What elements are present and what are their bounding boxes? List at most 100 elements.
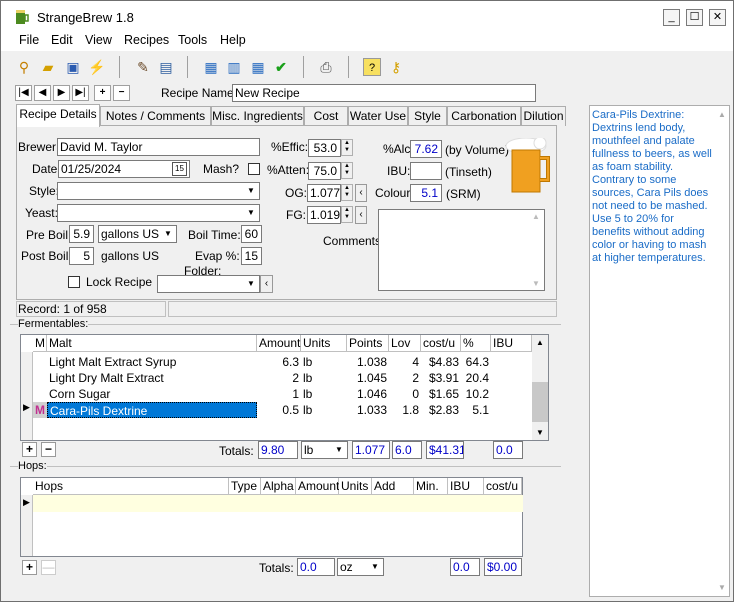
cell-lov[interactable]: 1.8	[389, 402, 421, 418]
atten-input[interactable]: 75.0	[308, 162, 341, 180]
cell-m[interactable]	[33, 370, 47, 386]
effic-input[interactable]: 53.0	[308, 139, 341, 157]
lock-recipe-checkbox[interactable]	[68, 276, 80, 288]
menu-view[interactable]: View	[85, 33, 112, 47]
cell-amount[interactable]: 1	[257, 386, 301, 402]
table-row[interactable]: M Cara-Pils Dextrine 0.5 lb 1.033 1.8 $2.83 5.1	[33, 402, 532, 418]
remove-record-button[interactable]: −	[113, 85, 130, 101]
tab-dilution[interactable]: Dilution	[521, 106, 566, 126]
style-select[interactable]: ▼	[57, 182, 260, 200]
title-bar[interactable]: StrangeBrew 1.8 _ ☐ ✕	[1, 1, 733, 31]
check-icon[interactable]: ✔	[272, 58, 290, 76]
cell-points[interactable]: 1.038	[347, 354, 389, 370]
scroll-down-icon[interactable]: ▼	[532, 279, 540, 288]
og-input[interactable]: 1.077	[307, 184, 341, 202]
cell-m[interactable]	[33, 386, 47, 402]
cell-pct[interactable]: 64.3	[461, 354, 491, 370]
fg-spinner[interactable]: ▲ ▼	[341, 206, 353, 223]
cell-lov[interactable]: 4	[389, 354, 421, 370]
cell-malt[interactable]: Corn Sugar	[47, 386, 257, 402]
effic-spinner[interactable]: ▲ ▼	[341, 139, 353, 156]
cell-points[interactable]: 1.045	[347, 370, 389, 386]
wizard-icon[interactable]: ⚡	[88, 58, 106, 76]
cell-m[interactable]: M	[33, 402, 47, 418]
fermentables-col-0[interactable]: M	[33, 335, 47, 352]
remove-fermentable-button[interactable]: −	[41, 442, 56, 457]
cell-points[interactable]: 1.046	[347, 386, 389, 402]
tab-carbonation[interactable]: Carbonation	[447, 106, 521, 126]
preboil-units-select[interactable]: gallons US ▼	[98, 225, 177, 243]
description-scrollbar[interactable]: ▲ ▼	[715, 106, 729, 596]
help-icon[interactable]: ?	[363, 58, 381, 76]
table-row[interactable]: Light Dry Malt Extract 2 lb 1.045 2 $3.91 20.4	[33, 370, 532, 386]
fg-calc-button[interactable]: ‹	[355, 206, 367, 224]
calendar-icon[interactable]: 15	[172, 162, 187, 176]
hops-col-8[interactable]: cost/u	[484, 478, 522, 495]
scroll-down-icon[interactable]: ▼	[718, 583, 726, 592]
cell-malt[interactable]: Cara-Pils Dextrine	[47, 402, 257, 418]
cell-amount[interactable]: 6.3	[257, 354, 301, 370]
hops-col-1[interactable]: Type	[229, 478, 261, 495]
fermentables-col-4[interactable]: Points	[347, 335, 389, 352]
hops-col-7[interactable]: IBU	[448, 478, 484, 495]
cell-units[interactable]: lb	[301, 402, 347, 418]
scroll-up-icon[interactable]: ▲	[536, 338, 544, 347]
hops-col-5[interactable]: Add	[372, 478, 414, 495]
tab-water-use[interactable]: Water Use	[348, 106, 408, 126]
hops-table[interactable]: Hops Type Alpha Amount Units Add Min. IBU cost/u…	[20, 477, 523, 557]
scroll-thumb[interactable]	[532, 382, 548, 422]
cell-cost[interactable]: $2.83	[421, 402, 461, 418]
cell-amount[interactable]: 2	[257, 370, 301, 386]
hops-col-3[interactable]: Amount	[296, 478, 339, 495]
comments-scrollbar[interactable]: ▲ ▼	[530, 210, 544, 290]
printer-icon[interactable]: ⎙	[317, 58, 335, 76]
scroll-up-icon[interactable]: ▲	[532, 212, 540, 221]
hops-total-units-select[interactable]: oz ▼	[337, 558, 384, 576]
add-fermentable-button[interactable]: +	[22, 442, 37, 457]
cell-pct[interactable]: 10.2	[461, 386, 491, 402]
open-folder-icon[interactable]: ▰	[39, 58, 57, 76]
fermentables-col-6[interactable]: cost/u	[421, 335, 461, 352]
tab-style[interactable]: Style	[408, 106, 447, 126]
hops-empty-row[interactable]	[33, 495, 523, 512]
scroll-down-icon[interactable]: ▼	[536, 428, 544, 437]
fermentables-scrollbar[interactable]: ▲ ▼	[532, 335, 548, 440]
comments-textarea[interactable]	[378, 209, 545, 291]
menu-tools[interactable]: Tools	[178, 33, 207, 47]
last-record-button[interactable]: ▶|	[72, 85, 89, 101]
cell-pct[interactable]: 5.1	[461, 402, 491, 418]
cell-lov[interactable]: 2	[389, 370, 421, 386]
postboil-input[interactable]: 5	[69, 247, 94, 265]
folder-select[interactable]: ▼	[157, 275, 260, 293]
save-icon[interactable]: ▣	[64, 58, 82, 76]
fermentables-col-1[interactable]: Malt	[47, 335, 257, 352]
hops-col-2[interactable]: Alpha	[261, 478, 296, 495]
og-spinner[interactable]: ▲ ▼	[341, 184, 353, 201]
fermentables-col-8[interactable]: IBU	[491, 335, 532, 352]
date-input[interactable]: 01/25/2024	[58, 160, 190, 178]
print-preview-icon[interactable]: ▤	[157, 58, 175, 76]
cell-lov[interactable]: 0	[389, 386, 421, 402]
recipe-name-input[interactable]: New Recipe	[232, 84, 536, 102]
minimize-button[interactable]: _	[663, 9, 680, 26]
fg-input[interactable]: 1.019	[307, 206, 341, 224]
close-button[interactable]: ✕	[709, 9, 726, 26]
cell-pct[interactable]: 20.4	[461, 370, 491, 386]
table-row[interactable]: Light Malt Extract Syrup 6.3 lb 1.038 4 $4.83…	[33, 354, 532, 370]
cell-points[interactable]: 1.033	[347, 402, 389, 418]
hops-col-4[interactable]: Units	[339, 478, 372, 495]
notes-icon[interactable]: ✎	[134, 58, 152, 76]
hops-col-0[interactable]: Hops	[33, 478, 229, 495]
fermentables-table[interactable]: M Malt Amount Units Points Lov cost/u% IBU Ligh…	[20, 334, 549, 441]
boiltime-input[interactable]: 60	[241, 225, 262, 243]
folder-back-button[interactable]: ‹	[260, 275, 273, 293]
table-icon[interactable]: ▥	[225, 58, 243, 76]
cell-malt[interactable]: Light Dry Malt Extract	[47, 370, 257, 386]
table-row[interactable]: Corn Sugar 1 lb 1.046 0 $1.65 10.2	[33, 386, 532, 402]
cell-malt[interactable]: Light Malt Extract Syrup	[47, 354, 257, 370]
next-record-button[interactable]: ▶	[53, 85, 70, 101]
add-hop-button[interactable]: +	[22, 560, 37, 575]
tab-recipe-details[interactable]: Recipe Details	[16, 104, 100, 127]
cell-cost[interactable]: $1.65	[421, 386, 461, 402]
evap-input[interactable]: 15	[241, 247, 262, 265]
